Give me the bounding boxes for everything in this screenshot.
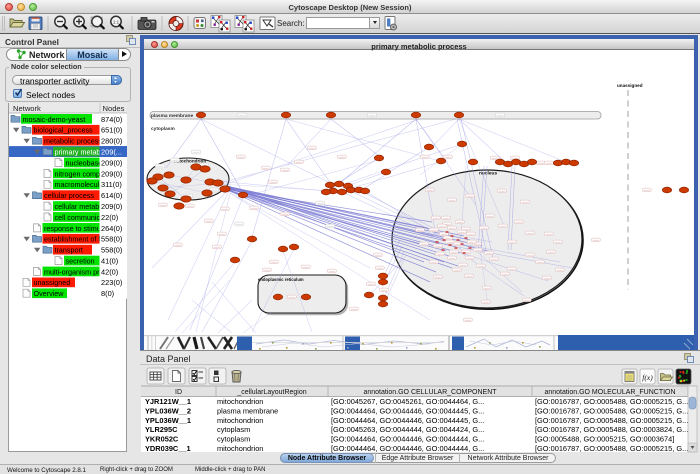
svg-text:280(0): 280(0) (101, 137, 122, 146)
svg-text:[GO:0016787, GO:0005488, GO:00: [GO:0016787, GO:0005488, GO:0005215, G..… (535, 444, 688, 453)
svg-text:mitochondrion: mitochondrion (217, 397, 263, 406)
svg-text:614(0): 614(0) (101, 191, 122, 200)
svg-text:YJR121W__1: YJR121W__1 (145, 397, 191, 406)
svg-text:[GO:0045263, GO:0044444, GO:00: [GO:0045263, GO:0044444, GO:0044424, G..… (331, 425, 484, 434)
svg-text:8(0): 8(0) (101, 289, 114, 298)
svg-text:establishment of lo: establishment of lo (44, 235, 104, 244)
svg-text:mitochondrion: mitochondrion (217, 444, 263, 453)
svg-text:mitochondrion: mitochondrion (217, 416, 263, 425)
svg-text:cellular process: cellular process (44, 191, 94, 200)
svg-text:311(0): 311(0) (101, 180, 122, 189)
svg-text:YPL036W__2: YPL036W__2 (145, 406, 191, 415)
svg-text:YLR295C: YLR295C (145, 425, 178, 434)
svg-text:transport: transport (55, 246, 83, 255)
svg-text:_cellularLayoutRegion: _cellularLayoutRegion (236, 389, 306, 396)
svg-text:[GO:0016787, GO:0005488, GO:00: [GO:0016787, GO:0005488, GO:0005215, G..… (535, 406, 688, 415)
svg-text:[GO:0044464, GO:0044446, GO:00: [GO:0044464, GO:0044446, GO:0044444, G..… (331, 435, 484, 444)
svg-text:annotation.GO MOLECULAR_FUNCTI: annotation.GO MOLECULAR_FUNCTION (544, 389, 675, 396)
svg-text:YKR052C: YKR052C (145, 435, 179, 444)
svg-text:22(0): 22(0) (101, 213, 118, 222)
svg-text:223(0): 223(0) (101, 278, 122, 287)
svg-text:endoplasmic reticulum: endoplasmic reticulum (258, 277, 304, 282)
svg-text:558(0): 558(0) (101, 246, 122, 255)
svg-text:[GO:0016787, GO:0005488, GO:00: [GO:0016787, GO:0005488, GO:0005215, G..… (535, 397, 688, 406)
svg-text:[GO:0016787, GO:0005488, GO:00: [GO:0016787, GO:0005488, GO:0003824, G..… (535, 425, 688, 434)
svg-text:209(0): 209(0) (101, 158, 122, 167)
svg-text:cytoplasm: cytoplasm (217, 425, 250, 434)
svg-text:651(0): 651(0) (101, 126, 122, 135)
svg-text:biological_process: biological_process (34, 126, 94, 135)
svg-text:Nodes: Nodes (103, 104, 125, 113)
svg-text:cell communicat: cell communicat (55, 213, 107, 222)
svg-text:plasma membrane: plasma membrane (217, 406, 278, 415)
svg-text:YDR039C__1: YDR039C__1 (145, 444, 191, 453)
svg-text:unassigned: unassigned (34, 278, 71, 287)
svg-text:209(...: 209(... (101, 148, 122, 157)
svg-text:cellular metabo: cellular metabo (55, 202, 104, 211)
svg-text:cytoplasm: cytoplasm (217, 435, 250, 444)
svg-text:primary metabo: primary metabo (55, 148, 105, 157)
svg-text:[GO:0044464, GO:0044446, GO:00: [GO:0044464, GO:0044446, GO:0044445, G..… (331, 416, 484, 425)
svg-text:unassigned: unassigned (617, 83, 643, 88)
svg-text:209(0): 209(0) (101, 169, 122, 178)
svg-text:macromolecule: macromolecule (55, 180, 104, 189)
svg-text:41(0): 41(0) (101, 257, 118, 266)
svg-text:f(x): f(x) (642, 373, 653, 382)
svg-text:Overview: Overview (34, 289, 65, 298)
svg-text:874(0): 874(0) (101, 115, 122, 124)
svg-text:ID: ID (175, 389, 182, 396)
svg-text:[GO:0045267, GO:0045261, GO:00: [GO:0045267, GO:0045261, GO:0044464, G..… (331, 397, 484, 406)
svg-text:nitrogen compo: nitrogen compo (55, 169, 105, 178)
svg-text:42(0): 42(0) (101, 267, 118, 276)
svg-text:mosaic-demo-yeast: mosaic-demo-yeast (23, 115, 86, 124)
svg-text:[GO:0044464, GO:0044446, GO:00: [GO:0044464, GO:0044446, GO:0044444, G..… (331, 444, 484, 453)
svg-text:multi-organism pro: multi-organism pro (44, 267, 104, 276)
svg-text:plasma membrane: plasma membrane (151, 113, 193, 119)
svg-text:YPL036W__1: YPL036W__1 (145, 416, 191, 425)
svg-text:558(0): 558(0) (101, 235, 122, 244)
svg-text:209(0): 209(0) (101, 202, 122, 211)
svg-text:[GO:0016787, GO:0005488, GO:00: [GO:0016787, GO:0005488, GO:0005215, G..… (535, 416, 688, 425)
svg-text:secretion: secretion (66, 257, 95, 266)
svg-text:annotation.GO CELLULAR_COMPONE: annotation.GO CELLULAR_COMPONENT (363, 389, 497, 396)
svg-text:264(0): 264(0) (101, 224, 122, 233)
svg-text:Network: Network (13, 104, 41, 113)
svg-text:[GO:0005488, GO:0005215, GO:00: [GO:0005488, GO:0005215, GO:0003674] (535, 435, 674, 444)
svg-text:cytoplasm: cytoplasm (151, 126, 175, 132)
svg-text:nucleobase-: nucleobase- (66, 158, 106, 167)
svg-text:response to stimulu: response to stimulu (44, 224, 106, 233)
svg-text:1:1: 1:1 (113, 20, 120, 25)
svg-text:metabolic process: metabolic process (44, 137, 102, 146)
svg-text:[GO:0044464, GO:0044446, GO:00: [GO:0044464, GO:0044446, GO:0044445, G..… (331, 406, 484, 415)
